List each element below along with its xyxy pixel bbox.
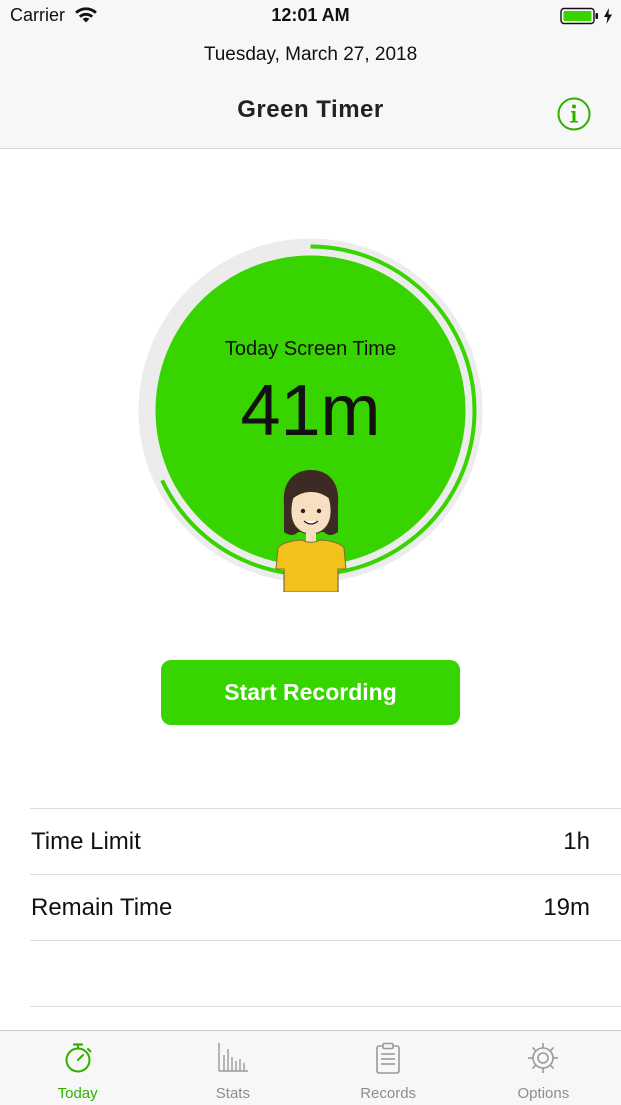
tab-stats-label: Stats bbox=[215, 1085, 250, 1102]
screen-time-ring: Today Screen Time 41m bbox=[138, 238, 483, 593]
stopwatch-icon bbox=[65, 1043, 92, 1073]
girl-avatar bbox=[275, 470, 347, 592]
clipboard-icon bbox=[376, 1042, 400, 1074]
tab-options-label: Options bbox=[517, 1085, 570, 1102]
start-recording-button[interactable]: Start Recording bbox=[161, 660, 460, 725]
tab-options[interactable]: Options bbox=[466, 1031, 621, 1105]
time-info-list: Time Limit 1h Remain Time 19m bbox=[30, 808, 621, 941]
charging-icon bbox=[604, 8, 612, 24]
tab-stats[interactable]: Stats bbox=[155, 1031, 310, 1105]
battery-icon bbox=[560, 7, 598, 25]
status-bar: Carrier 12:01 AM bbox=[0, 0, 621, 32]
app-header: Carrier 12:01 AM Tuesday, March 27, 2018… bbox=[0, 0, 621, 149]
remain-time-label: Remain Time bbox=[31, 894, 173, 921]
time-limit-value: 1h bbox=[563, 828, 590, 855]
tab-records[interactable]: Records bbox=[311, 1031, 466, 1105]
remain-time-value: 19m bbox=[543, 894, 590, 921]
time-limit-label: Time Limit bbox=[31, 828, 141, 855]
status-time: 12:01 AM bbox=[271, 5, 350, 25]
remain-time-row: Remain Time 19m bbox=[30, 874, 621, 941]
tab-today-label: Today bbox=[57, 1085, 98, 1102]
tab-today[interactable]: Today bbox=[0, 1031, 155, 1105]
page-title: Green Timer bbox=[237, 96, 384, 123]
today-screen-time-label: Today Screen Time bbox=[224, 338, 397, 360]
tab-bar: Today Stats Records Options bbox=[0, 1030, 621, 1105]
gear-icon bbox=[528, 1043, 559, 1073]
current-date: Tuesday, March 27, 2018 bbox=[203, 44, 418, 65]
time-limit-row[interactable]: Time Limit 1h bbox=[30, 808, 621, 874]
bar-chart-icon bbox=[218, 1043, 248, 1072]
content-divider bbox=[30, 1006, 621, 1007]
screen-time-value: 41m bbox=[240, 371, 381, 451]
info-icon[interactable] bbox=[556, 96, 592, 132]
tab-records-label: Records bbox=[360, 1085, 417, 1102]
